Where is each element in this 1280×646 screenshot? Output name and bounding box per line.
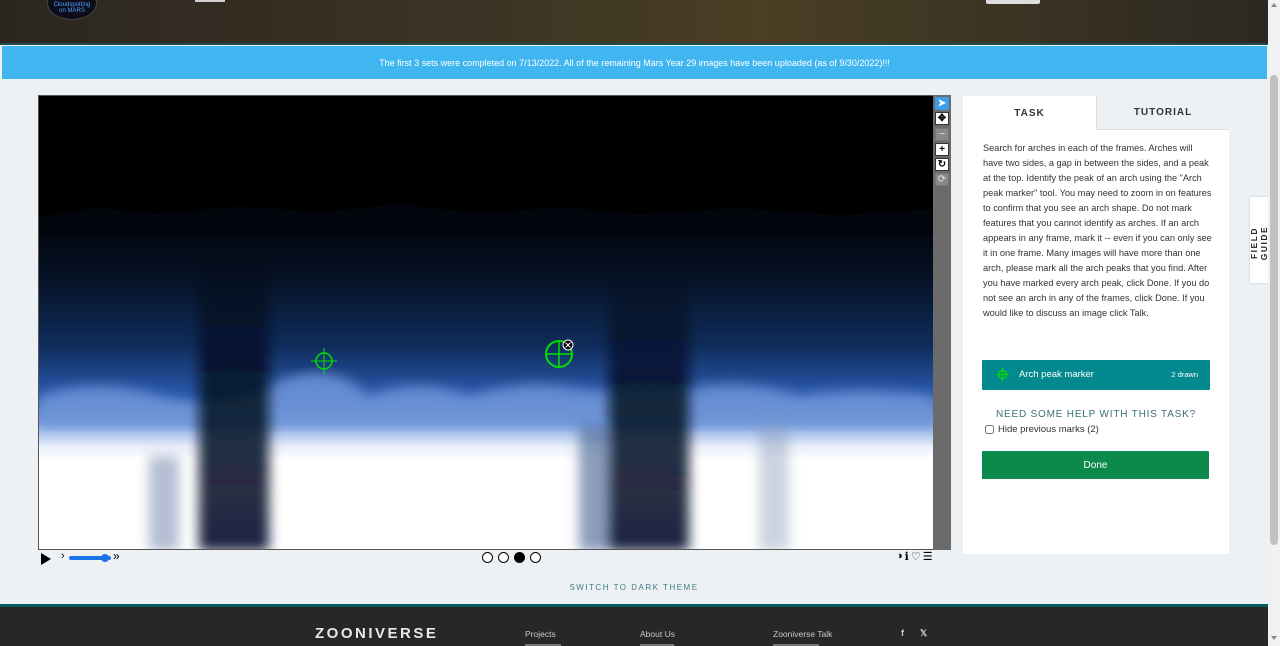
invert-icon[interactable]: ◑ [896, 550, 903, 563]
viewer-controls: › » ◑ ℹ ♡ ☰ [38, 549, 952, 565]
hide-previous-marks[interactable]: Hide previous marks (2) [985, 424, 1099, 435]
task-instructions: Search for arches in each of the frames.… [983, 143, 1212, 318]
delete-marker-icon[interactable] [562, 339, 574, 351]
hide-marks-label: Hide previous marks (2) [998, 424, 1099, 435]
scrollbar-thumb[interactable] [1270, 75, 1278, 545]
task-panel: TASK TUTORIAL Search for arches in each … [963, 96, 1229, 554]
field-guide-tab[interactable]: FIELD GUIDE [1249, 197, 1269, 283]
info-icon[interactable]: ℹ [905, 550, 909, 563]
header-button[interactable] [986, 0, 1040, 4]
subject-image[interactable] [39, 96, 934, 550]
tool-label: Arch peak marker [1019, 369, 1094, 380]
project-header: Cloudspotting on MARS [0, 0, 1268, 44]
minus-icon[interactable]: − [935, 128, 949, 141]
speed-faster-icon[interactable]: » [113, 549, 120, 563]
footer-link-about[interactable]: About Us [640, 629, 675, 639]
frame-selector [482, 552, 541, 563]
logo-text-line2: on MARS [59, 8, 85, 14]
twitter-icon[interactable]: 𝕏 [920, 628, 927, 639]
plus-icon[interactable]: + [935, 143, 949, 156]
frame-dot-2[interactable] [498, 552, 509, 563]
facebook-icon[interactable]: f [901, 628, 904, 638]
zooniverse-logo[interactable]: ZOONIVERSE [315, 625, 438, 642]
frame-dot-1[interactable] [482, 552, 493, 563]
project-logo[interactable]: Cloudspotting on MARS [47, 0, 97, 20]
footer-link-projects[interactable]: Projects [525, 629, 556, 639]
crosshair-icon [996, 368, 1009, 381]
rotate-icon[interactable]: ↻ [935, 158, 949, 171]
switch-theme-link[interactable]: SWITCH TO DARK THEME [0, 583, 1268, 592]
move-icon[interactable]: ✥ [935, 112, 949, 125]
subject-viewer[interactable] [38, 95, 934, 550]
tab-tutorial[interactable]: TUTORIAL [1096, 96, 1229, 130]
dark-column-1 [199, 246, 269, 549]
header-divider [0, 43, 1268, 45]
play-icon[interactable] [41, 553, 51, 565]
tab-task[interactable]: TASK [963, 96, 1096, 130]
frame-dot-4[interactable] [530, 552, 541, 563]
dark-column-2 [609, 266, 689, 549]
speed-slower-icon[interactable]: › [61, 550, 65, 562]
speed-slider-knob[interactable] [100, 554, 109, 562]
collections-icon[interactable]: ☰ [923, 550, 933, 563]
header-title-fragment [195, 0, 225, 2]
field-guide-label: FIELD GUIDE [1249, 225, 1269, 261]
help-link[interactable]: NEED SOME HELP WITH THIS TASK? [963, 409, 1229, 420]
frame-dot-3[interactable] [514, 552, 525, 563]
refresh-icon[interactable]: ⟳ [935, 173, 949, 186]
viewer-right-icons: ◑ ℹ ♡ ☰ [896, 550, 933, 563]
pointer-icon[interactable]: ➤ [935, 97, 949, 110]
footer-link-talk[interactable]: Zooniverse Talk [773, 629, 832, 639]
announcement-banner: The first 3 sets were completed on 7/13/… [2, 46, 1267, 79]
scroll-up-icon[interactable] [1271, 3, 1277, 7]
tool-count: 2 drawn [1171, 370, 1198, 379]
site-footer: ZOONIVERSE Projects About Us Zooniverse … [0, 607, 1268, 646]
viewer-toolbar: ➤ ✥ − + ↻ ⟳ [933, 95, 951, 550]
done-button[interactable]: Done [982, 451, 1209, 479]
page-scrollbar[interactable] [1268, 0, 1280, 646]
hide-marks-checkbox[interactable] [985, 425, 994, 434]
scroll-down-icon[interactable] [1271, 636, 1277, 640]
favorite-icon[interactable]: ♡ [911, 550, 921, 563]
speed-slider[interactable] [69, 554, 111, 562]
arch-peak-marker-tool[interactable]: Arch peak marker 2 drawn [982, 360, 1210, 390]
